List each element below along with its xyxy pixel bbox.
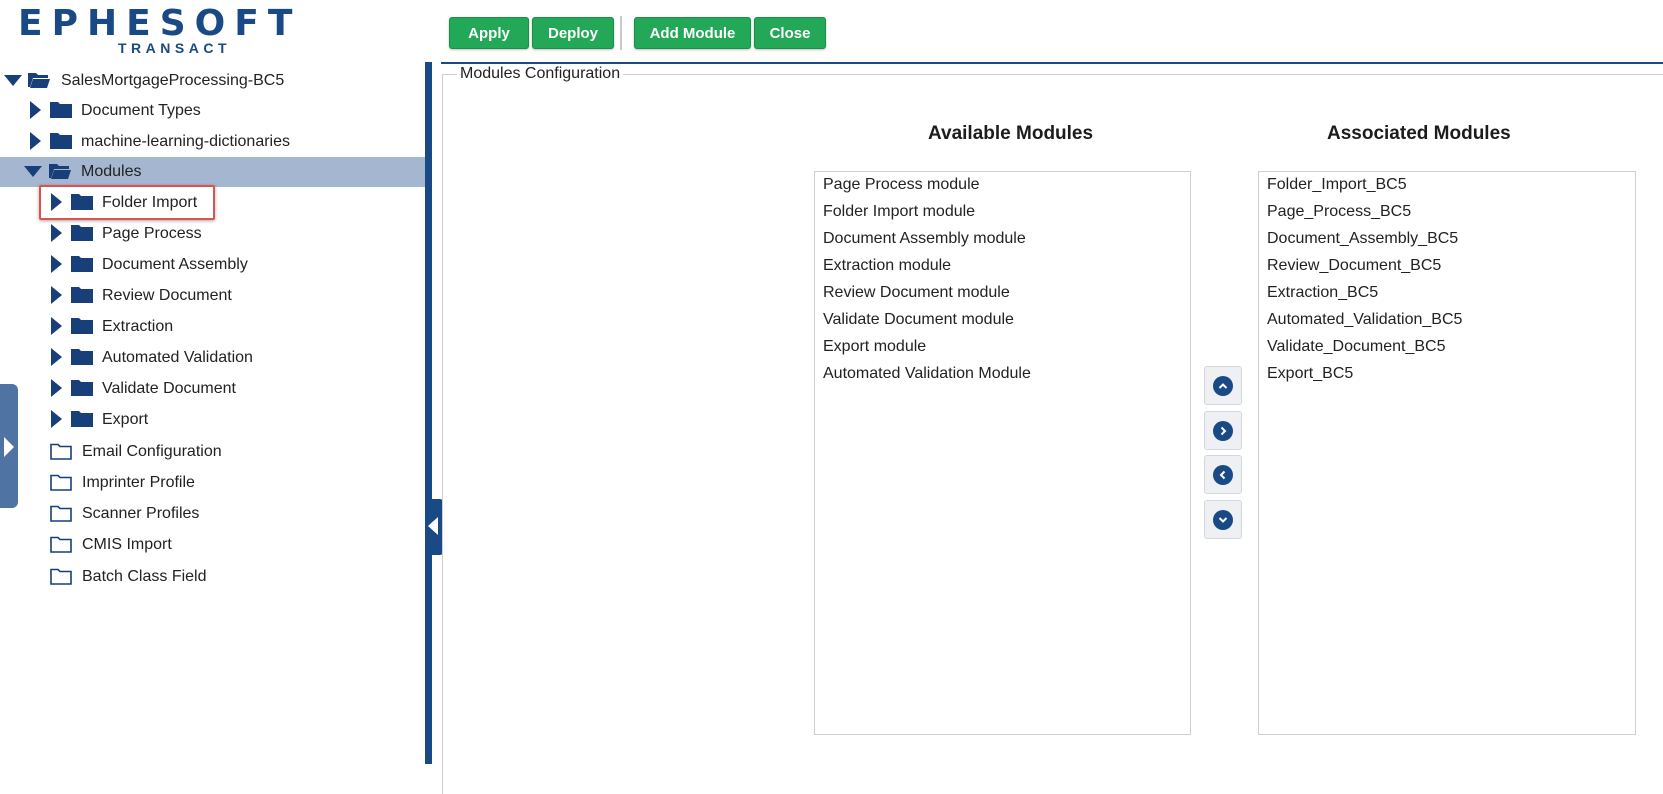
folder-outline-icon (50, 443, 72, 460)
expand-arrow-icon[interactable] (30, 132, 41, 150)
folder-icon (71, 318, 93, 334)
collapse-arrow-icon[interactable] (24, 166, 42, 177)
tree-item-label: Imprinter Profile (82, 474, 195, 491)
available-modules-title: Available Modules (928, 123, 1094, 144)
list-item[interactable]: Page_Process_BC5 (1267, 203, 1411, 221)
folder-outline-icon (50, 474, 72, 491)
list-item[interactable]: Export module (823, 338, 926, 356)
list-item[interactable]: Extraction_BC5 (1267, 284, 1378, 302)
chevron-left-icon (1213, 464, 1233, 485)
tree-item-label: Extraction (102, 318, 174, 335)
tree-item-label: Page Process (102, 225, 202, 242)
panel-splitter[interactable] (425, 62, 432, 764)
tree-item-modules[interactable]: Modules (0, 157, 425, 187)
tree-item-config[interactable]: Email Configuration (0, 437, 425, 467)
tree-root-label: SalesMortgageProcessing-BC5 (61, 72, 285, 89)
remove-module-arrow-button[interactable] (1204, 455, 1242, 494)
list-item[interactable]: Page Process module (823, 176, 980, 194)
list-item[interactable]: Review Document module (823, 284, 1010, 302)
folder-icon (71, 380, 93, 396)
folder-icon (71, 411, 93, 427)
chevron-right-icon (1213, 420, 1233, 441)
tree-item-module[interactable]: Extraction (0, 312, 425, 342)
tree-item-module[interactable]: Document Assembly (0, 250, 425, 280)
list-item[interactable]: Document Assembly module (823, 230, 1026, 248)
list-item[interactable]: Automated_Validation_BC5 (1267, 311, 1462, 329)
tree-item-ml-dictionaries[interactable]: machine-learning-dictionaries (0, 127, 425, 157)
collapse-arrow-icon[interactable] (4, 75, 22, 86)
tree-item-label: Document Assembly (102, 256, 248, 273)
tree-item-module[interactable]: Page Process (0, 219, 425, 249)
folder-icon (71, 256, 93, 272)
tree-item-module[interactable]: Validate Document (0, 374, 425, 404)
tree-item-label: Review Document (102, 287, 232, 304)
tree-item-module[interactable]: Export (0, 405, 425, 435)
list-item[interactable]: Extraction module (823, 257, 951, 275)
list-item[interactable]: Export_BC5 (1267, 365, 1353, 383)
expand-arrow-icon[interactable] (51, 286, 62, 304)
folder-icon (50, 133, 72, 149)
collapse-panel-handle[interactable] (425, 499, 443, 555)
folder-outline-icon (50, 568, 72, 585)
expand-arrow-icon[interactable] (51, 317, 62, 335)
panel-legend: Modules Configuration (457, 65, 624, 83)
add-module-arrow-button[interactable] (1204, 411, 1242, 450)
open-folder-icon (49, 164, 71, 179)
list-item[interactable]: Folder_Import_BC5 (1267, 176, 1407, 194)
list-item[interactable]: Folder Import module (823, 203, 975, 221)
expand-arrow-icon[interactable] (51, 255, 62, 273)
toolbar-separator (620, 16, 622, 50)
associated-modules-list[interactable]: Folder_Import_BC5 Page_Process_BC5 Docum… (1258, 171, 1636, 735)
deploy-button[interactable]: Deploy (532, 17, 614, 49)
tree-item-label: Document Types (81, 102, 201, 119)
expand-arrow-icon[interactable] (51, 379, 62, 397)
tree-item-config[interactable]: Batch Class Field (0, 562, 425, 592)
folder-icon (71, 349, 93, 365)
tree-item-module[interactable]: Review Document (0, 281, 425, 311)
expand-arrow-icon[interactable] (51, 348, 62, 366)
move-down-button[interactable] (1204, 500, 1242, 539)
folder-icon (71, 225, 93, 241)
associated-modules-title: Associated Modules (1327, 123, 1511, 144)
tree-item-label: CMIS Import (82, 536, 172, 553)
tree-item-label: Modules (81, 163, 142, 180)
tree-item-label: Batch Class Field (82, 568, 207, 585)
list-item[interactable]: Automated Validation Module (823, 365, 1031, 383)
add-module-button[interactable]: Add Module (634, 17, 751, 49)
tree-item-label: Email Configuration (82, 443, 222, 460)
tree-item-module[interactable]: Automated Validation (0, 343, 425, 373)
apply-button[interactable]: Apply (449, 17, 529, 49)
chevron-up-icon (1213, 375, 1233, 396)
folder-outline-icon (50, 505, 72, 522)
available-modules-list[interactable]: Page Process module Folder Import module… (814, 171, 1191, 735)
toolbar-divider (441, 62, 1663, 64)
expand-arrow-icon[interactable] (51, 224, 62, 242)
folder-icon (71, 287, 93, 303)
expand-arrow-icon[interactable] (51, 410, 62, 428)
chevron-down-icon (1213, 509, 1233, 530)
move-up-button[interactable] (1204, 366, 1242, 405)
tree-item-label: machine-learning-dictionaries (81, 133, 290, 150)
tree-item-label: Export (102, 411, 149, 428)
expand-arrow-icon[interactable] (30, 101, 41, 119)
tree-item-label: Validate Document (102, 380, 236, 397)
tree-item-label: Scanner Profiles (82, 505, 200, 522)
tree-item-config[interactable]: CMIS Import (0, 530, 425, 560)
folder-outline-icon (50, 536, 72, 553)
folder-icon (50, 102, 72, 118)
tree-item-config[interactable]: Scanner Profiles (0, 499, 425, 529)
tree-item-config[interactable]: Imprinter Profile (0, 468, 425, 498)
close-button[interactable]: Close (754, 17, 826, 49)
list-item[interactable]: Validate_Document_BC5 (1267, 338, 1445, 356)
list-item[interactable]: Document_Assembly_BC5 (1267, 230, 1458, 248)
tree-item-document-types[interactable]: Document Types (0, 96, 425, 126)
list-item[interactable]: Validate Document module (823, 311, 1014, 329)
list-item[interactable]: Review_Document_BC5 (1267, 257, 1441, 275)
open-folder-icon (28, 73, 50, 88)
tree-root[interactable]: SalesMortgageProcessing-BC5 (0, 66, 425, 96)
logo-subtitle: TRANSACT (118, 40, 231, 56)
tree-item-label: Automated Validation (102, 349, 253, 366)
ephesoft-logo: EPHESOFT TRANSACT (18, 2, 292, 57)
selection-highlight (39, 185, 215, 220)
